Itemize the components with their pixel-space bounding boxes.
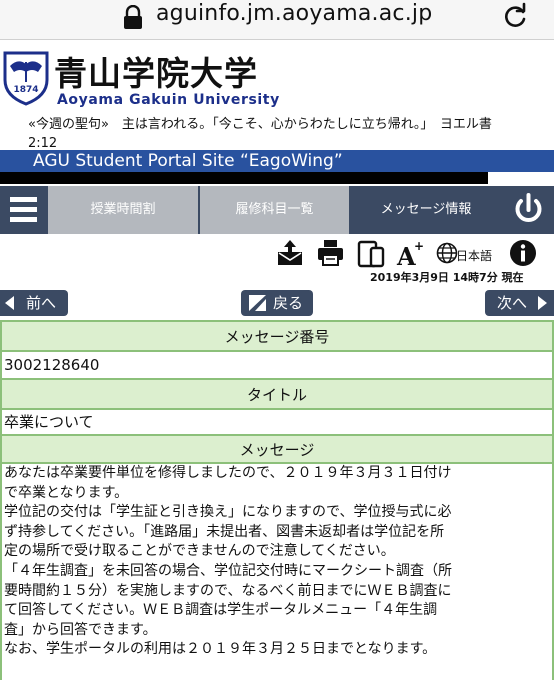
university-header: 1874 青山学院大学 Aoyama Gakuin University «今週… xyxy=(0,40,554,153)
message-body-line: 要時間約１５分）を実施しますので、なるべく前日までにＷＥＢ調査に xyxy=(4,582,452,599)
url-text[interactable]: aguinfo.jm.aoyama.ac.jp xyxy=(156,1,432,26)
prev-button-label: 前へ xyxy=(26,294,57,312)
browser-url-bar[interactable]: aguinfo.jm.aoyama.ac.jp xyxy=(0,0,554,40)
next-button-label: 次へ xyxy=(497,294,528,312)
crest-year: 1874 xyxy=(13,85,38,95)
logout-icon xyxy=(515,193,542,223)
message-detail-table: メッセージ番号 3002128640 タイトル 卒業について メッセージ あなた… xyxy=(0,320,554,680)
svg-text:+: + xyxy=(414,239,424,253)
tab-class-schedule[interactable]: 授業時間割 xyxy=(48,186,198,234)
message-body-line: あなたは卒業要件単位を修得しましたので、２０１９年３月３１日付け xyxy=(4,465,452,481)
back-button-label: 戻る xyxy=(273,294,304,312)
printer-icon[interactable] xyxy=(316,238,345,268)
message-body-line: 「４年生調査」を未回答の場合、学位記交付時にマークシート調査（所 xyxy=(4,562,452,579)
message-body-line: 学位記の交付は「学生証と引き換え」になりますので、学位授与式に必 xyxy=(4,504,452,521)
reload-icon[interactable] xyxy=(502,2,528,30)
portal-banner: AGU Student Portal Site “EagoWing” xyxy=(0,150,554,172)
weekly-verse-line1: «今週の聖句» 主は言われる。「今こそ、心からわたしに立ち帰れ。」 ヨエル書 xyxy=(28,117,492,132)
globe-icon[interactable] xyxy=(436,238,458,268)
font-size-icon[interactable]: A + xyxy=(396,238,426,268)
main-nav: 授業時間割 履修科目一覧 メッセージ情報 xyxy=(0,186,554,234)
message-number-header: メッセージ番号 xyxy=(2,322,552,352)
svg-text:A: A xyxy=(396,242,416,268)
utility-toolbar: A + 日本語 xyxy=(0,238,554,270)
next-button[interactable]: 次へ xyxy=(485,290,554,316)
title-header: タイトル xyxy=(2,380,552,410)
portal-banner-title: AGU Student Portal Site “EagoWing” xyxy=(33,151,343,171)
mobile-devices-icon[interactable] xyxy=(357,238,385,268)
weekly-verse: «今週の聖句» 主は言われる。「今こそ、心からわたしに立ち帰れ。」 ヨエル書 2… xyxy=(28,115,528,153)
message-body-header: メッセージ xyxy=(2,436,552,464)
message-body-line: で卒業となります。 xyxy=(4,484,129,501)
university-name-japanese: 青山学院大学 xyxy=(54,54,258,93)
menu-icon[interactable] xyxy=(0,186,48,234)
message-body-line: ず持参してください。「進路届」未提出者、図書未返却者は学位記を所 xyxy=(4,523,445,540)
message-body: あなたは卒業要件単位を修得しましたので、２０１９年３月３１日付け で卒業となりま… xyxy=(4,464,552,660)
message-body-line: て回答してください。ＷＥＢ調査は学生ポータルメニュー「４年生調 xyxy=(4,602,438,619)
mail-tray-icon[interactable] xyxy=(276,238,304,268)
edit-icon xyxy=(249,295,266,311)
chevron-right-icon xyxy=(538,296,547,310)
current-timestamp: 2019年3月9日 14時7分 現在 xyxy=(370,271,524,284)
language-label[interactable]: 日本語 xyxy=(456,247,492,264)
banner-divider xyxy=(0,172,488,184)
logout-button[interactable] xyxy=(503,186,554,234)
message-body-line: 査」から回答できます。 xyxy=(4,621,157,638)
info-icon[interactable] xyxy=(508,238,538,268)
crest-logo[interactable]: 1874 xyxy=(2,50,50,106)
tab-message-info[interactable]: メッセージ情報 xyxy=(351,186,501,234)
message-body-line: 定の場所で受け取ることができませんので注意してください。 xyxy=(4,543,395,560)
message-number-value: 3002128640 xyxy=(2,352,552,380)
message-body-line: なお、学生ポータルの利用は２０１９年３月２５日までとなります。 xyxy=(4,641,437,658)
tab-registered-courses[interactable]: 履修科目一覧 xyxy=(200,186,349,234)
lock-icon xyxy=(124,5,142,29)
prev-button[interactable]: 前へ xyxy=(0,290,68,316)
university-name-english: Aoyama Gakuin University xyxy=(57,92,280,108)
title-value: 卒業について xyxy=(2,410,552,436)
chevron-left-icon xyxy=(5,296,14,310)
back-button[interactable]: 戻る xyxy=(241,290,313,316)
